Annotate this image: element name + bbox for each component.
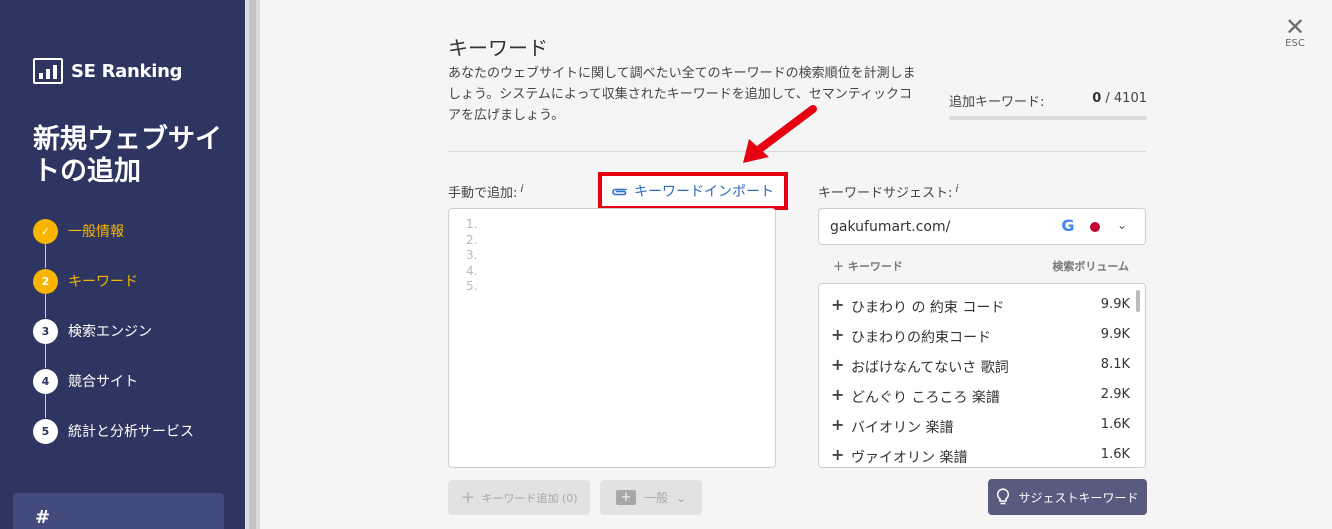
step-number: 5 bbox=[33, 418, 58, 444]
step-number: 3 bbox=[33, 318, 58, 344]
keyword-import-link[interactable]: キーワードインポート bbox=[598, 172, 788, 210]
volume-value: 2.9K bbox=[1100, 387, 1130, 402]
esc-label: ESC bbox=[1285, 38, 1305, 49]
keyword-text: おばけなんてないさ 歌詞 bbox=[851, 360, 1009, 376]
info-icon[interactable]: i bbox=[520, 182, 523, 195]
manual-add-label: 手動で追加: i bbox=[448, 182, 524, 201]
add-keywords-button[interactable]: + キーワード追加 (0) bbox=[448, 480, 590, 515]
keyword-count-progress bbox=[949, 116, 1147, 120]
scrollbar-thumb[interactable] bbox=[249, 0, 256, 529]
suggest-keywords-button[interactable]: サジェストキーワード bbox=[988, 479, 1147, 515]
list-item[interactable]: + おばけなんてないさ 歌詞 8.1K bbox=[819, 350, 1145, 380]
plus-icon[interactable]: + bbox=[831, 385, 844, 404]
step-label: 一般情報 bbox=[68, 224, 124, 240]
bar-chart-icon bbox=[33, 58, 63, 84]
volume-value: 1.6K bbox=[1100, 417, 1130, 432]
plus-icon[interactable]: + bbox=[831, 445, 844, 464]
step-number: 4 bbox=[33, 368, 58, 394]
plus-icon[interactable]: + bbox=[831, 415, 844, 434]
step-label: 統計と分析サービス bbox=[68, 424, 194, 440]
chevron-down-icon: ⌄ bbox=[1117, 218, 1128, 232]
step-general-info[interactable]: ✓ 一般情報 bbox=[33, 218, 194, 268]
list-item[interactable]: + ひまわり の 約束 コード 9.9K bbox=[819, 290, 1145, 320]
close-button[interactable]: ✕ ESC bbox=[1280, 13, 1310, 49]
folder-plus-icon: + bbox=[615, 490, 636, 505]
keyword-count: 追加キーワード: 0 / 4101 bbox=[949, 91, 1147, 110]
step-connector bbox=[45, 244, 46, 268]
close-icon: ✕ bbox=[1284, 13, 1306, 41]
volume-value: 9.9K bbox=[1100, 327, 1130, 342]
step-label: 検索エンジン bbox=[68, 324, 152, 340]
group-select[interactable]: + 一般 ⌄ bbox=[600, 480, 702, 515]
suggest-table-header: ＋ キーワード 検索ボリューム bbox=[818, 258, 1146, 274]
keyword-text: バイオリン 楽譜 bbox=[851, 420, 954, 436]
count-label: 追加キーワード: bbox=[949, 95, 1045, 110]
scrollbar[interactable] bbox=[245, 0, 260, 529]
keyword-text: どんぐり ころころ 楽譜 bbox=[851, 390, 1000, 406]
domain-select[interactable]: gakufumart.com/ G ⌄ bbox=[818, 208, 1146, 245]
google-icon: G bbox=[1061, 216, 1075, 235]
suggest-label: キーワードサジェスト: i bbox=[818, 182, 959, 201]
plus-icon[interactable]: + bbox=[831, 295, 844, 314]
plus-icon[interactable]: + bbox=[831, 325, 844, 344]
sidebar: SE Ranking 新規ウェブサイトの追加 ✓ 一般情報 2 キーワード 3 … bbox=[0, 0, 245, 529]
step-list: ✓ 一般情報 2 キーワード 3 検索エンジン 4 競合サイト 5 統計と分析サ… bbox=[33, 218, 194, 468]
plus-icon: + bbox=[460, 487, 476, 508]
paperclip-icon bbox=[611, 182, 628, 201]
japan-flag-icon bbox=[1090, 222, 1100, 232]
line-numbers: 1. 2. 3. 4. 5. bbox=[466, 217, 478, 293]
volume-value: 8.1K bbox=[1100, 357, 1130, 372]
step-connector bbox=[45, 294, 46, 318]
keyword-import-label: キーワードインポート bbox=[634, 184, 774, 200]
step-keywords[interactable]: 2 キーワード bbox=[33, 268, 194, 318]
page-title: キーワード bbox=[448, 36, 548, 60]
group-label: 一般 bbox=[643, 491, 668, 505]
hash-icon: # bbox=[35, 507, 51, 528]
step-connector bbox=[45, 344, 46, 368]
volume-value: 1.6K bbox=[1100, 447, 1130, 462]
suggest-keyword-list[interactable]: + ひまわり の 約束 コード 9.9K + ひまわりの約束コード 9.9K +… bbox=[818, 283, 1146, 468]
step-number: 2 bbox=[33, 268, 58, 294]
check-icon: ✓ bbox=[33, 218, 58, 244]
logo-text: SE Ranking bbox=[71, 60, 183, 82]
chevron-down-icon: ⌄ bbox=[675, 490, 687, 505]
keyword-text: ひまわりの約束コード bbox=[851, 330, 991, 346]
list-item[interactable]: + ひまわりの約束コード 9.9K bbox=[819, 320, 1145, 350]
volume-value: 9.9K bbox=[1100, 297, 1130, 312]
add-all-keywords[interactable]: ＋ キーワード bbox=[833, 258, 903, 274]
red-arrow-annotation bbox=[743, 105, 817, 163]
page-description: あなたのウェブサイトに関して調べたい全てのキーワードの検索順位を計測しましょう。… bbox=[448, 66, 916, 123]
step-analytics[interactable]: 5 統計と分析サービス bbox=[33, 418, 194, 444]
keyword-text: ヴァイオリン 楽譜 bbox=[851, 450, 968, 466]
suggest-keywords-label: サジェストキーワード bbox=[1018, 490, 1139, 505]
info-icon[interactable]: i bbox=[955, 182, 958, 195]
step-connector bbox=[45, 394, 46, 418]
list-item[interactable]: + ヴァイオリン 楽譜 1.6K bbox=[819, 440, 1145, 467]
volume-header[interactable]: 検索ボリューム bbox=[1052, 258, 1129, 274]
count-value: 0 / 4101 bbox=[1092, 91, 1147, 106]
list-item[interactable]: + バイオリン 楽譜 1.6K bbox=[819, 410, 1145, 440]
list-item[interactable]: + どんぐり ころころ 楽譜 2.9K bbox=[819, 380, 1145, 410]
add-keywords-label: キーワード追加 (0) bbox=[481, 491, 578, 505]
plus-icon[interactable]: + bbox=[831, 355, 844, 374]
sidebar-bottom-button[interactable]: # bbox=[13, 493, 224, 529]
step-label: 競合サイト bbox=[68, 374, 138, 390]
step-label: キーワード bbox=[68, 274, 138, 290]
domain-value: gakufumart.com/ bbox=[830, 219, 951, 235]
logo: SE Ranking bbox=[33, 58, 183, 84]
step-competitors[interactable]: 4 競合サイト bbox=[33, 368, 194, 418]
keyword-text: ひまわり の 約束 コード bbox=[851, 300, 1005, 316]
list-scrollbar[interactable] bbox=[1136, 290, 1140, 312]
sidebar-title: 新規ウェブサイトの追加 bbox=[33, 124, 222, 187]
lightbulb-icon bbox=[996, 488, 1010, 506]
step-search-engines[interactable]: 3 検索エンジン bbox=[33, 318, 194, 368]
manual-keywords-textarea[interactable]: 1. 2. 3. 4. 5. bbox=[448, 208, 776, 468]
